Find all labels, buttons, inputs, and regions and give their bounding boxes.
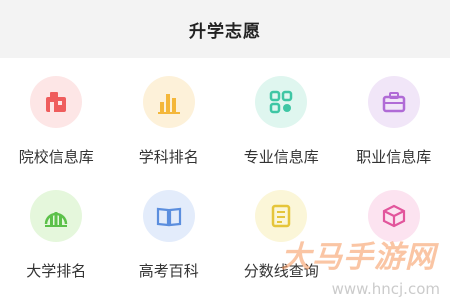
bar-chart-icon: [142, 76, 195, 128]
grid-item-gaokao-encyclopedia[interactable]: 高考百科: [113, 170, 226, 300]
cube-icon: [367, 190, 420, 242]
grid-item-label: 学科排名: [138, 148, 199, 166]
grid-item-subject-ranking[interactable]: 学科排名: [113, 58, 226, 170]
page-title: 升学志愿: [189, 21, 261, 42]
grid-item-label: 大学排名: [26, 262, 87, 280]
grid-item-career-database[interactable]: 职业信息库: [338, 58, 450, 170]
grid-item-label: 专业信息库: [243, 148, 319, 166]
grid-tiles-icon: [255, 76, 308, 128]
grid-item-score-line-query[interactable]: 分数线查询: [225, 170, 338, 300]
grid-item-label: 高考百科: [138, 262, 199, 280]
grid-item-university-ranking[interactable]: 大学排名: [0, 170, 113, 300]
school-building-icon: [30, 76, 83, 128]
grid-item-school-database[interactable]: 院校信息库: [0, 58, 113, 170]
grid-item-label: 院校信息库: [18, 148, 94, 166]
open-book-icon: [142, 190, 195, 242]
grid-item-cube[interactable]: [338, 170, 450, 300]
grid-item-major-database[interactable]: 专业信息库: [225, 58, 338, 170]
feature-grid: 院校信息库 学科排名 专业信息库 职业信息库 大学排名 高考百科 分数线查询: [0, 58, 450, 300]
document-icon: [255, 190, 308, 242]
grid-item-label: 职业信息库: [356, 148, 432, 166]
grid-item-label: 分数线查询: [243, 262, 319, 280]
briefcase-icon: [367, 76, 420, 128]
ranking-chart-icon: [30, 190, 83, 242]
app-header: 升学志愿: [0, 0, 450, 58]
